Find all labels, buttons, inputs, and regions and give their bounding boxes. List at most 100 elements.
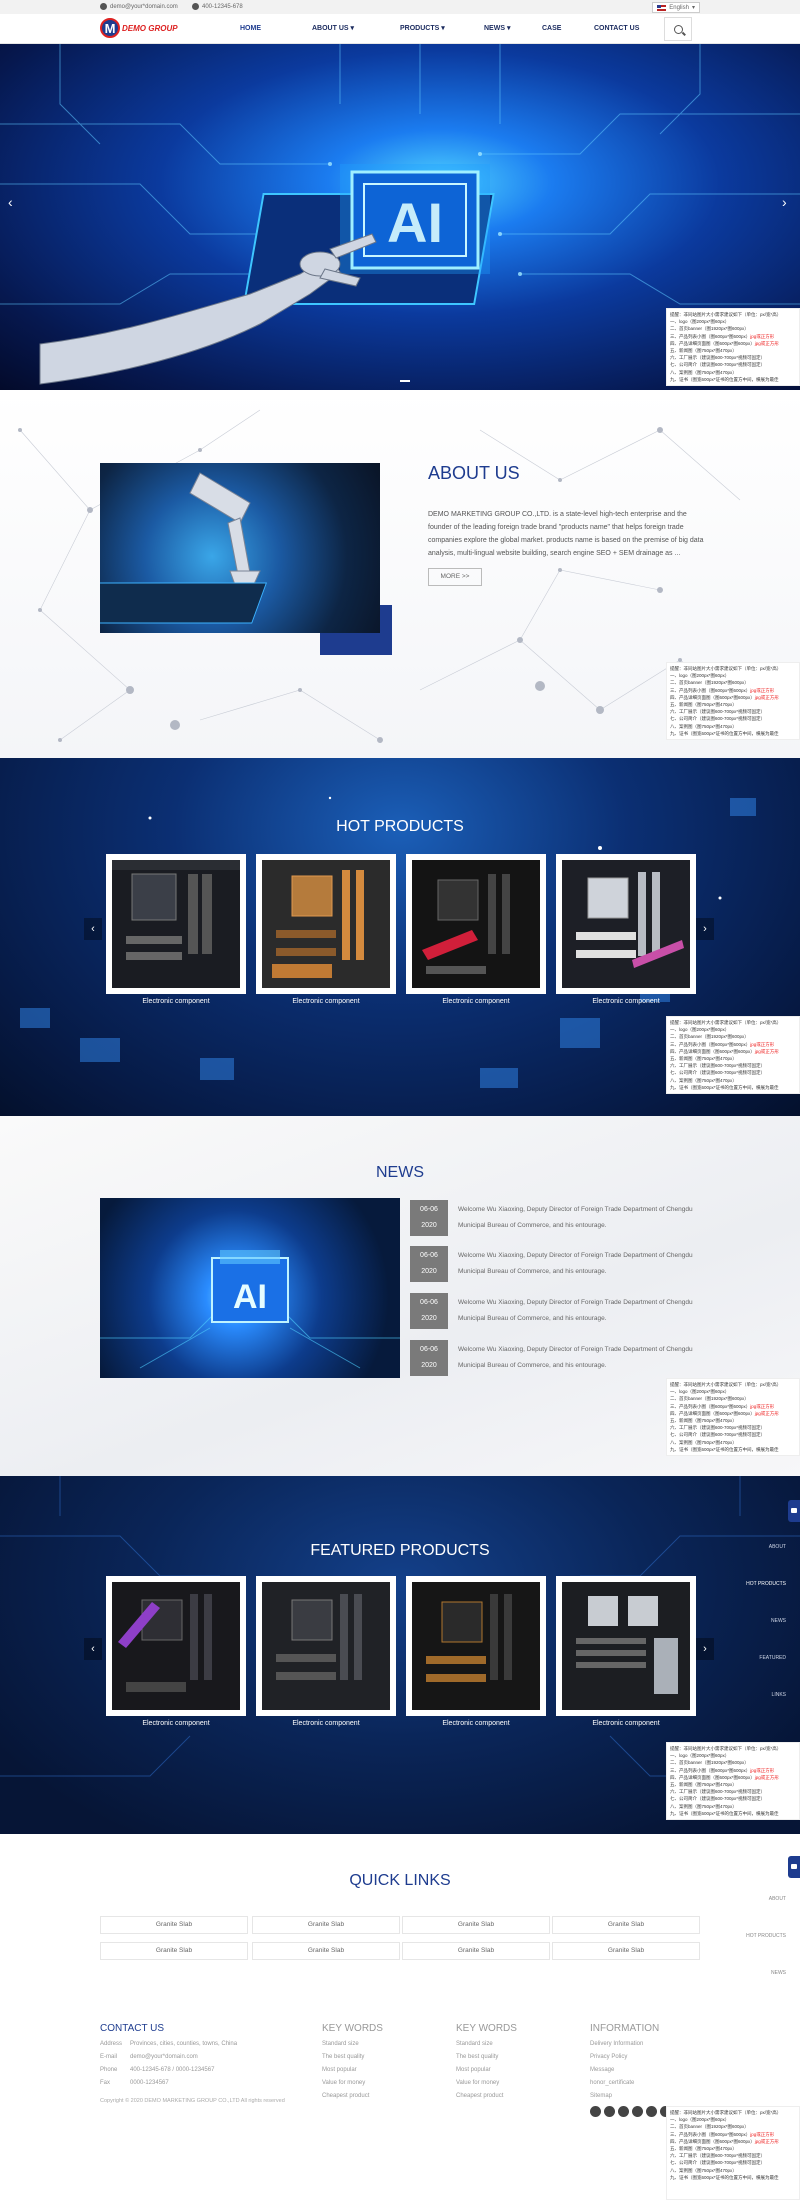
hot-product-caption[interactable]: Electronic component <box>556 998 696 1005</box>
size-hint-red-text: jpg或正方形 <box>754 1774 779 1780</box>
nav-products[interactable]: PRODUCTS ▾ <box>400 14 484 44</box>
side-nav-hot[interactable]: HOT PRODUCTS <box>746 1933 786 1970</box>
quick-link[interactable]: Granite Slab <box>402 1942 550 1960</box>
quick-link[interactable]: Granite Slab <box>100 1916 248 1934</box>
featured-product-card[interactable] <box>106 1576 246 1716</box>
footer-link[interactable]: Sitemap <box>590 2090 659 2103</box>
size-hint-line: 三、产品列表小图（图600px*图600px）jpg或正方形 <box>670 1767 775 1773</box>
facebook-icon[interactable] <box>590 2106 601 2117</box>
side-nav-hot[interactable]: HOT PRODUCTS <box>746 1581 786 1618</box>
hot-product-card[interactable] <box>256 854 396 994</box>
mail-icon <box>100 3 107 10</box>
size-hint-line: 三、产品列表小图（图600px*图600px）jpg或正方形 <box>670 1403 775 1409</box>
featured-next-arrow-icon[interactable]: › <box>696 1638 714 1660</box>
news-headline[interactable]: Welcome Wu Xiaoxing, Deputy Director of … <box>458 1295 703 1327</box>
about-more-button[interactable]: MORE >> <box>428 568 482 586</box>
footer-keywords-2: KEY WORDS Standard size The best quality… <box>456 2022 517 2103</box>
hot-product-caption[interactable]: Electronic component <box>406 998 546 1005</box>
hot-product-caption[interactable]: Electronic component <box>106 998 246 1005</box>
size-hint-red-text: jpg或正方形 <box>754 1048 779 1054</box>
news-date: 06-06 2020 <box>410 1293 448 1329</box>
nav-about[interactable]: ABOUT US ▾ <box>312 14 400 44</box>
footer-address: Address Provinces, cities, counties, town… <box>100 2038 237 2051</box>
featured-product-caption[interactable]: Electronic component <box>106 1720 246 1727</box>
top-phone[interactable]: 400-12345-678 <box>192 3 243 10</box>
featured-product-card[interactable] <box>256 1576 396 1716</box>
hot-prev-arrow-icon[interactable]: ‹ <box>84 918 102 940</box>
featured-product-caption[interactable]: Electronic component <box>256 1720 396 1727</box>
footer-link[interactable]: Message <box>590 2064 659 2077</box>
banner-dot[interactable] <box>400 380 410 382</box>
hot-product-card[interactable] <box>106 854 246 994</box>
featured-product-card[interactable] <box>556 1576 696 1716</box>
footer-link[interactable]: Privacy Policy <box>590 2051 659 2064</box>
hot-next-arrow-icon[interactable]: › <box>696 918 714 940</box>
linkedin-icon[interactable] <box>632 2106 643 2117</box>
nav-home[interactable]: HOME <box>240 14 312 44</box>
twitter-icon[interactable] <box>646 2106 657 2117</box>
footer-keywords-1: KEY WORDS Standard size The best quality… <box>322 2022 383 2103</box>
search-icon <box>673 24 683 34</box>
footer-link[interactable]: Standard size <box>456 2038 517 2051</box>
quick-link[interactable]: Granite Slab <box>552 1942 700 1960</box>
size-hint-line: 三、产品列表小图（图600px*图600px）jpg或正方形 <box>670 333 775 339</box>
footer-link[interactable]: Cheapest product <box>456 2090 517 2103</box>
hot-product-caption[interactable]: Electronic component <box>256 998 396 1005</box>
size-hint-line: 提醒：非同站图片大小需求建议如下（单位：px/宽*高） <box>670 1382 782 1387</box>
news-headline[interactable]: Welcome Wu Xiaoxing, Deputy Director of … <box>458 1202 703 1234</box>
quick-link[interactable]: Granite Slab <box>402 1916 550 1934</box>
quick-link[interactable]: Granite Slab <box>252 1942 400 1960</box>
news-item[interactable]: 06-06 2020 Welcome Wu Xiaoxing, Deputy Di… <box>410 1293 700 1333</box>
featured-prev-arrow-icon[interactable]: ‹ <box>84 1638 102 1660</box>
featured-product-caption[interactable]: Electronic component <box>556 1720 696 1727</box>
footer-link[interactable]: The best quality <box>456 2051 517 2064</box>
chat-icon[interactable] <box>788 1500 800 1522</box>
news-item[interactable]: 06-06 2020 Welcome Wu Xiaoxing, Deputy Di… <box>410 1340 700 1380</box>
news-item[interactable]: 06-06 2020 Welcome Wu Xiaoxing, Deputy Di… <box>410 1200 700 1240</box>
news-item[interactable]: 06-06 2020 Welcome Wu Xiaoxing, Deputy Di… <box>410 1246 700 1286</box>
google-plus-icon[interactable] <box>604 2106 615 2117</box>
footer-link[interactable]: Value for money <box>322 2077 383 2090</box>
banner-next-arrow-icon[interactable]: › <box>782 194 787 210</box>
hot-product-card[interactable] <box>406 854 546 994</box>
footer-email[interactable]: E-mail demo@your*domain.com <box>100 2051 237 2064</box>
top-email[interactable]: demo@your*domain.com <box>100 3 178 10</box>
size-hint-line: 七、公司简介（建议图600-700px*视频可固定） <box>670 2160 766 2166</box>
featured-product-card[interactable] <box>406 1576 546 1716</box>
motherboard-image <box>412 1582 540 1710</box>
language-select[interactable]: English ▾ <box>652 2 700 13</box>
chat-icon[interactable] <box>788 1856 800 1878</box>
pinterest-icon[interactable] <box>618 2106 629 2117</box>
side-nav-about[interactable]: ABOUT <box>746 1544 786 1581</box>
logo[interactable]: M DEMO GROUP <box>100 18 178 38</box>
footer-link[interactable]: Most popular <box>456 2064 517 2077</box>
search-button[interactable] <box>664 17 692 41</box>
side-nav-about[interactable]: ABOUT <box>746 1896 786 1933</box>
news-image[interactable]: AI <box>100 1198 400 1378</box>
banner-prev-arrow-icon[interactable]: ‹ <box>8 194 13 210</box>
nav-contact[interactable]: CONTACT US <box>594 14 664 44</box>
quick-link[interactable]: Granite Slab <box>552 1916 700 1934</box>
featured-product-caption[interactable]: Electronic component <box>406 1720 546 1727</box>
news-headline[interactable]: Welcome Wu Xiaoxing, Deputy Director of … <box>458 1342 703 1374</box>
footer-link[interactable]: Standard size <box>322 2038 383 2051</box>
news-headline[interactable]: Welcome Wu Xiaoxing, Deputy Director of … <box>458 1248 703 1280</box>
footer-link[interactable]: Cheapest product <box>322 2090 383 2103</box>
nav-news[interactable]: NEWS ▾ <box>484 14 542 44</box>
footer-link[interactable]: Most popular <box>322 2064 383 2077</box>
footer-link[interactable]: The best quality <box>322 2051 383 2064</box>
hot-product-card[interactable] <box>556 854 696 994</box>
footer-link[interactable]: honor_certificate <box>590 2077 659 2090</box>
footer-link[interactable]: Delivery Information <box>590 2038 659 2051</box>
side-nav-news[interactable]: NEWS <box>746 1618 786 1655</box>
nav-case[interactable]: CASE <box>542 14 594 44</box>
footer-link[interactable]: Value for money <box>456 2077 517 2090</box>
side-nav-featured[interactable]: FEATURED <box>746 1655 786 1692</box>
side-nav-links[interactable]: LINKS <box>746 1692 786 1729</box>
footer-keywords-title: KEY WORDS <box>322 2023 383 2034</box>
size-hint-red-text: jpg或正方形 <box>750 2131 775 2137</box>
side-nav-news[interactable]: NEWS <box>746 1970 786 2007</box>
quick-link[interactable]: Granite Slab <box>100 1942 248 1960</box>
footer-phone[interactable]: Phone 400-12345-678 / 0000-1234567 <box>100 2064 237 2077</box>
quick-link[interactable]: Granite Slab <box>252 1916 400 1934</box>
